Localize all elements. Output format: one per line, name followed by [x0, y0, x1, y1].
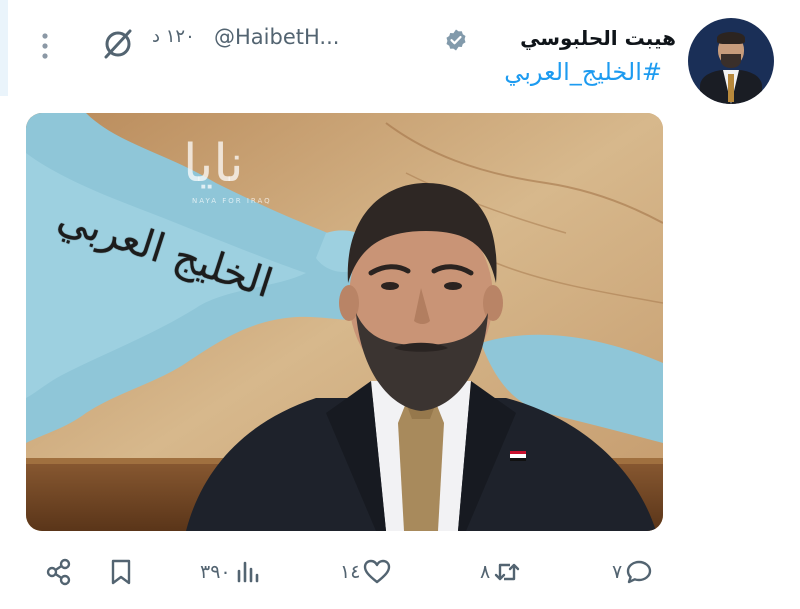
avatar-tie: [728, 74, 734, 102]
retweet-icon: [495, 563, 520, 581]
more-vertical-icon[interactable]: [38, 32, 52, 62]
tweet-time[interactable]: ١٢٠ د: [152, 26, 195, 47]
views-chart-icon: [237, 561, 258, 583]
tweet-actions-bar: ٣٩٠ ١٤ ٨ ٧: [0, 552, 800, 592]
views-count: ٣٩٠: [200, 561, 231, 583]
views-button[interactable]: ٣٩٠: [200, 552, 263, 592]
share-button[interactable]: [44, 552, 74, 592]
heart-icon: [364, 559, 391, 584]
hashtag-link[interactable]: #الخليج_العربي: [504, 58, 662, 86]
likes-count: ١٤: [340, 561, 361, 583]
bookmark-icon: [111, 559, 131, 585]
reply-button[interactable]: ٧: [612, 552, 654, 592]
grok-icon[interactable]: [100, 26, 136, 62]
replies-count: ٧: [612, 561, 623, 583]
share-icon: [46, 558, 71, 586]
tweet-media-image[interactable]: نايا NAYA FOR IRAQ الخليج العربي: [26, 113, 663, 531]
tweet-header: هيبت الحلبوسي @HaibetH... ١٢٠ د: [0, 10, 800, 104]
avatar-hair: [717, 32, 745, 44]
watermark-logo: نايا: [183, 134, 244, 194]
avatar[interactable]: [688, 18, 774, 104]
like-button[interactable]: ١٤: [340, 552, 392, 592]
media-illustration: [26, 113, 663, 531]
avatar-beard: [721, 54, 741, 68]
bookmark-button[interactable]: [106, 552, 136, 592]
retweet-button[interactable]: ٨: [480, 552, 522, 592]
watermark-subtitle: NAYA FOR IRAQ: [192, 197, 272, 205]
verified-badge-icon: [446, 29, 466, 51]
author-handle[interactable]: @HaibetH...: [214, 25, 339, 49]
retweets-count: ٨: [480, 561, 491, 583]
author-name[interactable]: هيبت الحلبوسي: [520, 26, 676, 50]
reply-icon: [627, 560, 652, 584]
